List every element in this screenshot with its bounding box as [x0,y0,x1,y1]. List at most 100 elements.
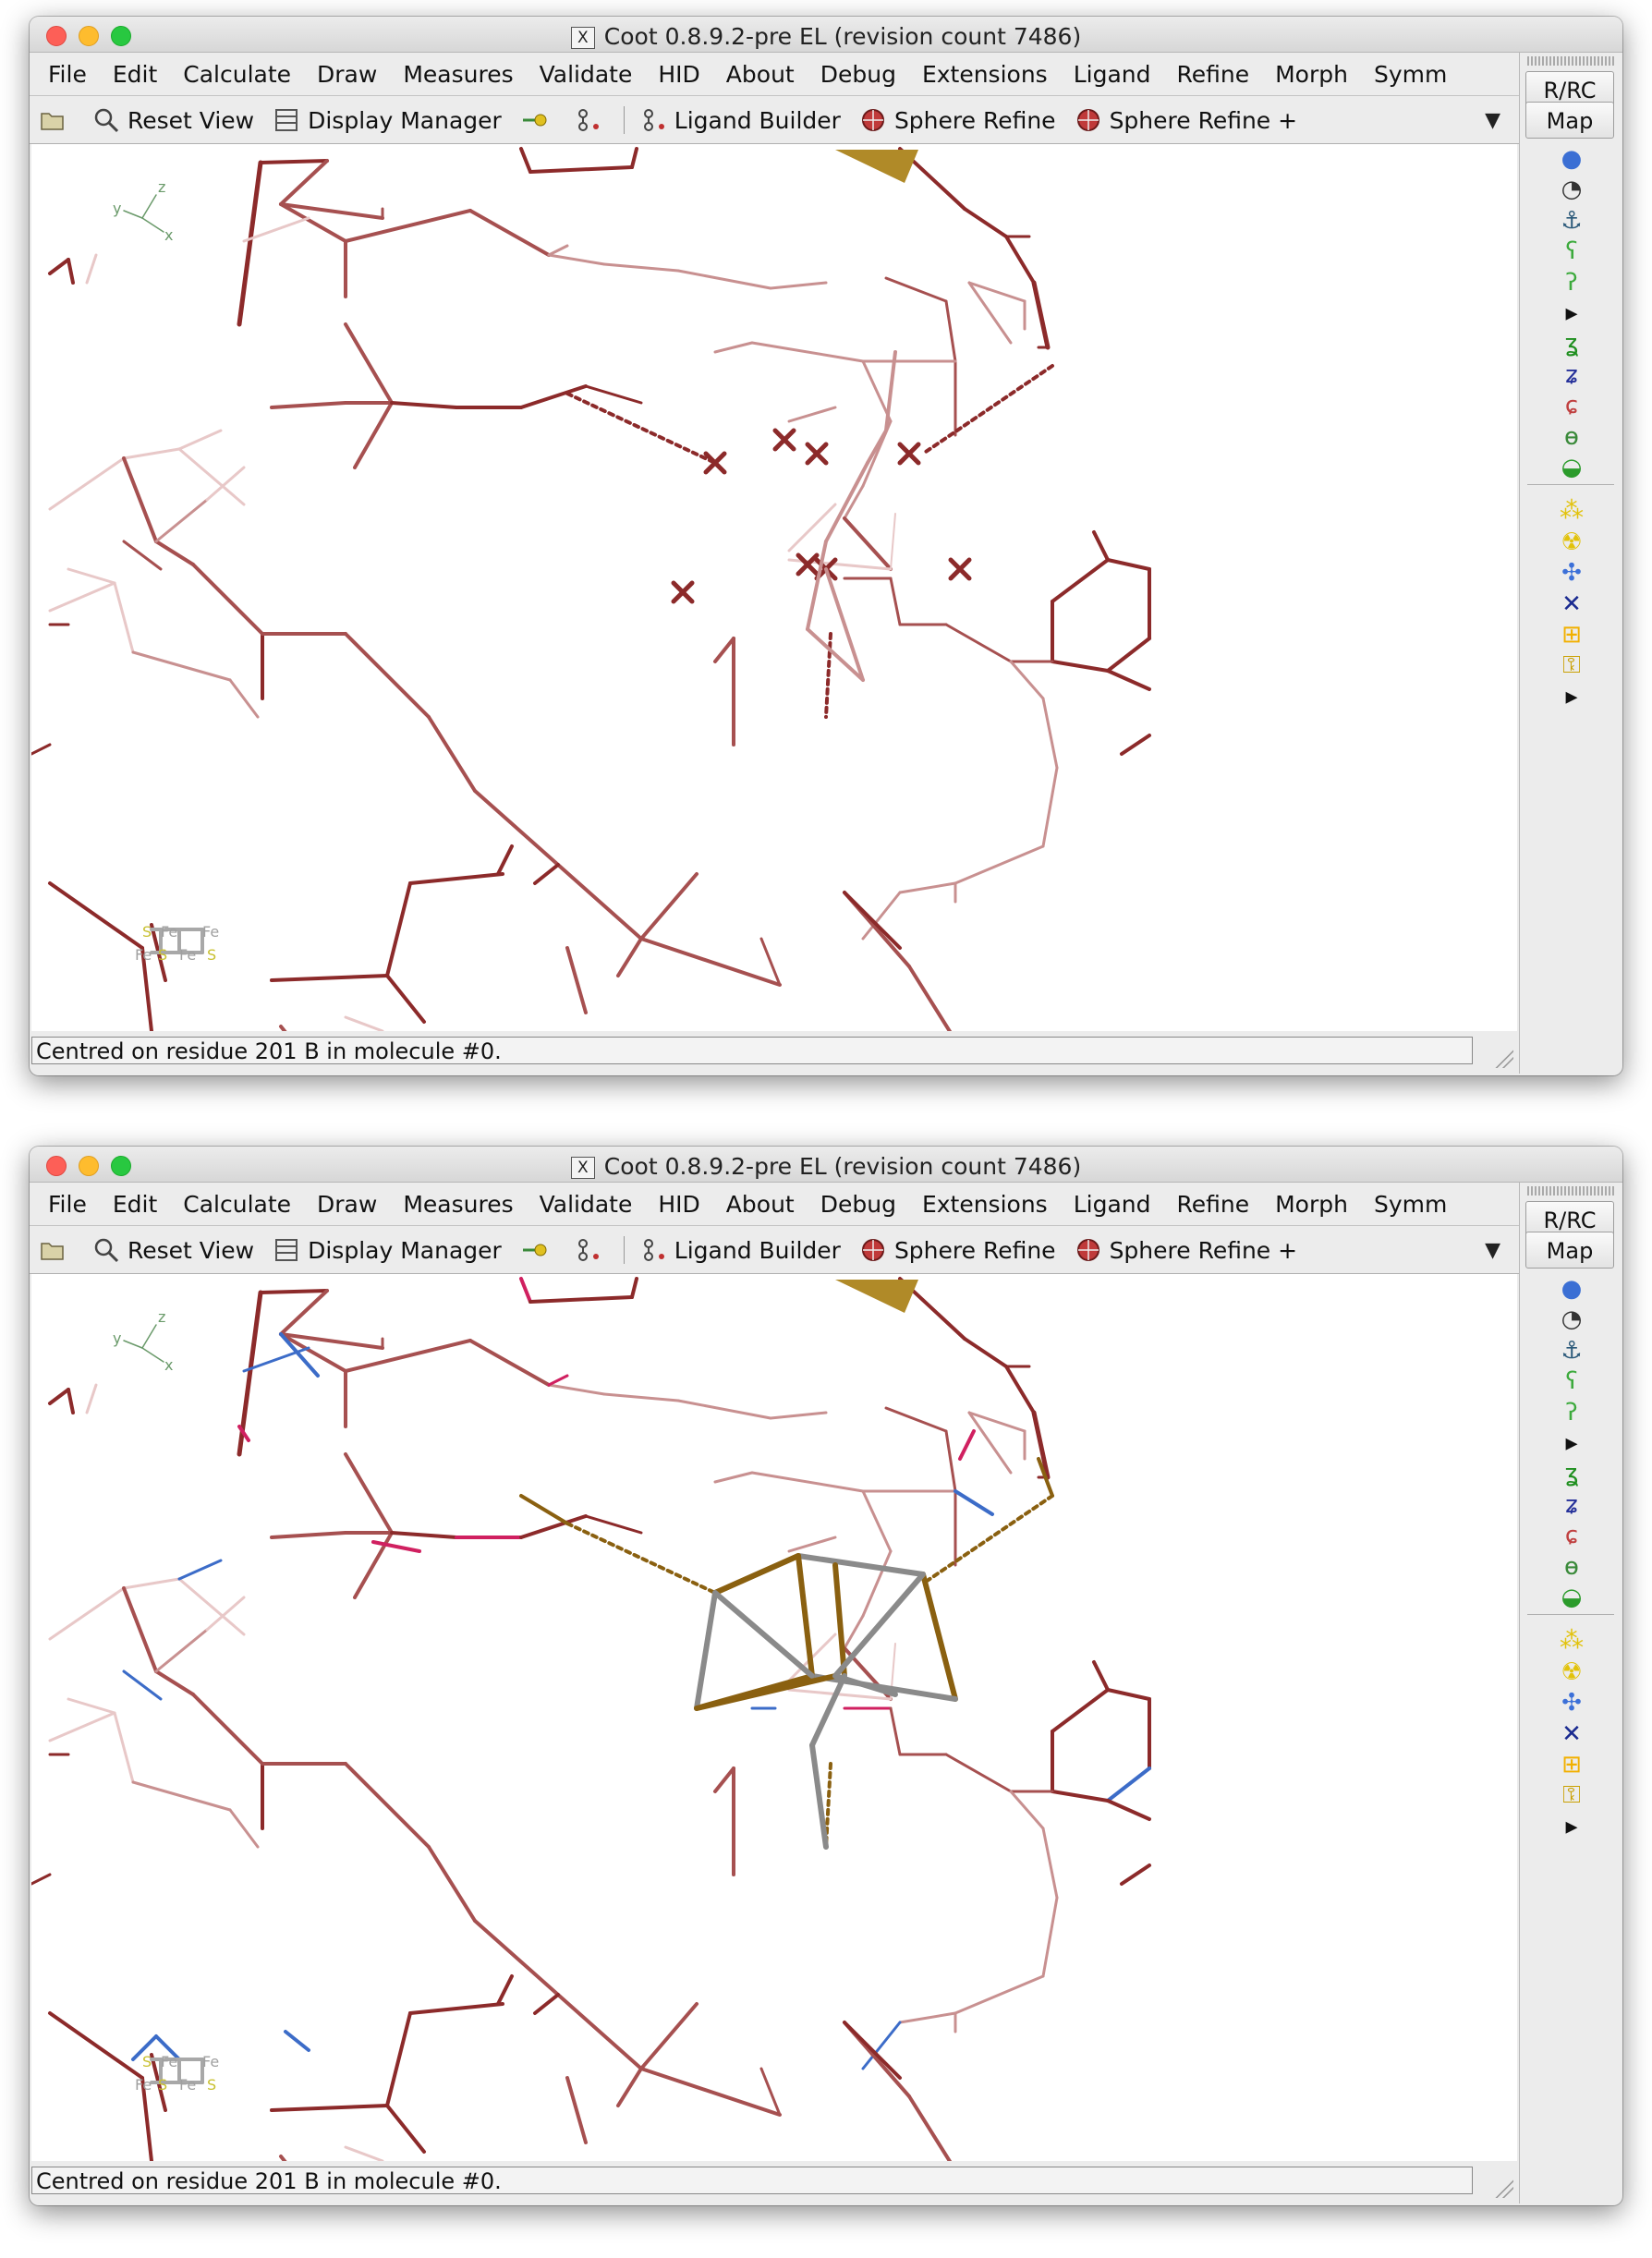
side-toolbar-handle[interactable] [1527,56,1614,66]
add-box-icon[interactable]: ⊞ [1556,619,1587,650]
more-arrow-icon[interactable]: ▸ [1556,681,1587,712]
menu-hid[interactable]: HID [645,1191,712,1218]
go-to-atom-button[interactable] [511,1236,565,1264]
refine-zone-icon[interactable]: ɕ [1556,390,1587,421]
map-button[interactable]: Map [1525,102,1614,139]
menu-symm[interactable]: Symm [1361,1191,1460,1218]
sphere-refine-label: Sphere Refine [893,1236,1056,1264]
add-box-icon[interactable]: ⊞ [1556,1749,1587,1780]
side-toolbar-handle[interactable] [1527,1186,1614,1196]
reset-view-button[interactable]: Reset View [83,106,263,134]
map-button[interactable]: Map [1525,1232,1614,1269]
radiation-icon[interactable]: ☢ [1556,527,1587,558]
lock-icon[interactable]: ⚿ [1556,649,1587,681]
menu-extensions[interactable]: Extensions [909,61,1061,88]
molecule-graphics-canvas[interactable]: z y x S Fe Fe Fe S Fe S [31,144,1517,1031]
menu-edit[interactable]: Edit [100,1191,170,1218]
go-to-atom-button[interactable] [511,106,565,134]
menu-morph[interactable]: Morph [1262,1191,1361,1218]
rotate-translate-zone-icon[interactable]: ● [1556,1273,1587,1305]
ligand-builder-button[interactable]: Ligand Builder [630,106,850,134]
title-bar[interactable]: X Coot 0.8.9.2-pre EL (revision count 748… [30,17,1622,53]
autofit-icon[interactable]: ɵ [1556,421,1587,453]
autofit-icon[interactable]: ɵ [1556,1551,1587,1583]
add-atom-yellow-icon[interactable]: ⁂ [1556,1625,1587,1657]
menu-symm[interactable]: Symm [1361,61,1460,88]
reset-view-button[interactable]: Reset View [83,1236,263,1264]
regularize-icon[interactable]: ʔ [1556,267,1587,298]
rigid-body-fit-icon[interactable]: ʕ [1556,236,1587,267]
auto-fit-rotamer-icon[interactable]: ◔ [1556,1304,1587,1335]
side-chain-icon[interactable]: ◒ [1556,452,1587,483]
menu-draw[interactable]: Draw [304,1191,390,1218]
menu-extensions[interactable]: Extensions [909,1191,1061,1218]
menu-ligand[interactable]: Ligand [1061,1191,1164,1218]
resize-grip[interactable] [1493,1048,1513,1068]
bond [769,1411,828,1420]
menu-morph[interactable]: Morph [1262,61,1361,88]
menu-refine[interactable]: Refine [1163,1191,1262,1218]
coot-window-top: X Coot 0.8.9.2-pre EL (revision count 748… [30,17,1622,1075]
bond [67,1697,116,1715]
menu-refine[interactable]: Refine [1163,61,1262,88]
add-terminal-residue-icon[interactable]: ʓ [1556,1458,1587,1489]
radiation-icon[interactable]: ☢ [1556,1657,1587,1688]
anchor-icon[interactable]: ⚓ [1556,205,1587,237]
side-chain-icon[interactable]: ◒ [1556,1582,1587,1613]
add-atom-yellow-icon[interactable]: ⁂ [1556,495,1587,527]
open-button[interactable] [30,1236,83,1264]
menu-draw[interactable]: Draw [304,61,390,88]
sphere-refine-plus-button[interactable]: Sphere Refine + [1065,1236,1307,1264]
mutate-icon[interactable]: ʑ [1556,359,1587,391]
delete-icon[interactable]: ✕ [1556,1718,1587,1750]
bond [533,1993,560,2015]
add-alt-conf-icon[interactable]: ✣ [1556,1687,1587,1718]
refine-zone-icon[interactable]: ɕ [1556,1520,1587,1551]
add-terminal-residue-icon[interactable]: ʓ [1556,328,1587,359]
menu-validate[interactable]: Validate [527,61,646,88]
menu-measures[interactable]: Measures [390,61,526,88]
menu-measures[interactable]: Measures [390,1191,526,1218]
more-arrow-icon[interactable]: ▸ [1556,1811,1587,1842]
sphere-refine-plus-button[interactable]: Sphere Refine + [1065,106,1307,134]
menu-file[interactable]: File [30,1191,100,1218]
delete-icon[interactable]: ✕ [1556,589,1587,620]
molecule-graphics-canvas[interactable]: z y x S Fe Fe Fe S Fe S [31,1274,1517,2161]
menu-about[interactable]: About [713,1191,808,1218]
menu-validate[interactable]: Validate [527,1191,646,1218]
more-arrow-icon[interactable]: ▸ [1556,297,1587,329]
menu-edit[interactable]: Edit [100,61,170,88]
toolbar-overflow-dropdown[interactable]: ▼ [1485,109,1500,132]
lock-icon[interactable]: ⚿ [1556,1779,1587,1811]
more-arrow-icon[interactable]: ▸ [1556,1427,1587,1459]
mutate-icon[interactable]: ʑ [1556,1489,1587,1521]
menu-ligand[interactable]: Ligand [1061,61,1164,88]
bond [48,1586,126,1641]
toolbar-overflow-dropdown[interactable]: ▼ [1485,1239,1500,1262]
add-alt-conf-icon[interactable]: ✣ [1556,557,1587,589]
display-manager-button[interactable]: Display Manager [263,1236,511,1264]
menu-calculate[interactable]: Calculate [170,1191,304,1218]
rigid-body-fit-icon[interactable]: ʕ [1556,1366,1587,1397]
display-manager-button[interactable]: Display Manager [263,106,511,134]
auto-fit-rotamer-icon[interactable]: ◔ [1556,174,1587,205]
resize-grip[interactable] [1493,2178,1513,2198]
measure-button[interactable] [565,106,618,134]
regularize-icon[interactable]: ʔ [1556,1397,1587,1428]
menu-calculate[interactable]: Calculate [170,61,304,88]
menu-debug[interactable]: Debug [808,1191,909,1218]
menu-about[interactable]: About [713,61,808,88]
axis-y-label: y [113,200,121,217]
anchor-icon[interactable]: ⚓ [1556,1335,1587,1366]
rotate-translate-zone-icon[interactable]: ● [1556,143,1587,175]
ligand-builder-button[interactable]: Ligand Builder [630,1236,850,1264]
title-bar[interactable]: X Coot 0.8.9.2-pre EL (revision count 748… [30,1147,1622,1183]
bond [533,863,560,885]
sphere-refine-button[interactable]: Sphere Refine [850,106,1065,134]
measure-button[interactable] [565,1236,618,1264]
menu-file[interactable]: File [30,61,100,88]
menu-hid[interactable]: HID [645,61,712,88]
sphere-refine-button[interactable]: Sphere Refine [850,1236,1065,1264]
menu-debug[interactable]: Debug [808,61,909,88]
open-button[interactable] [30,106,83,134]
